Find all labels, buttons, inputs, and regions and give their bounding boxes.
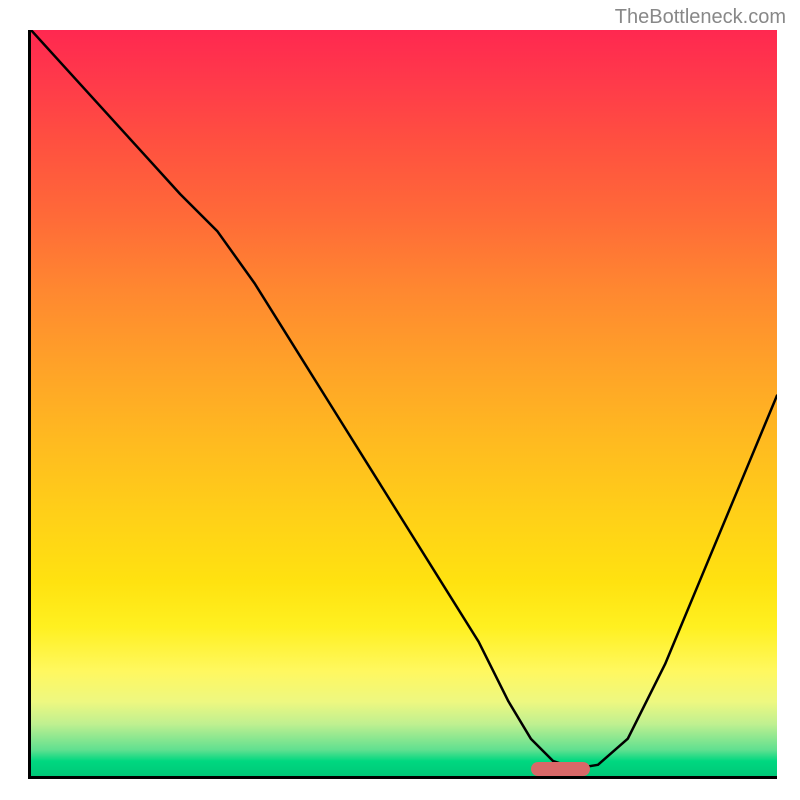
optimal-marker [531,762,591,776]
curve-svg [31,30,777,776]
bottleneck-curve [31,30,777,769]
plot-area [28,30,777,779]
chart-container: TheBottleneck.com [0,0,800,800]
watermark-text: TheBottleneck.com [615,6,786,29]
